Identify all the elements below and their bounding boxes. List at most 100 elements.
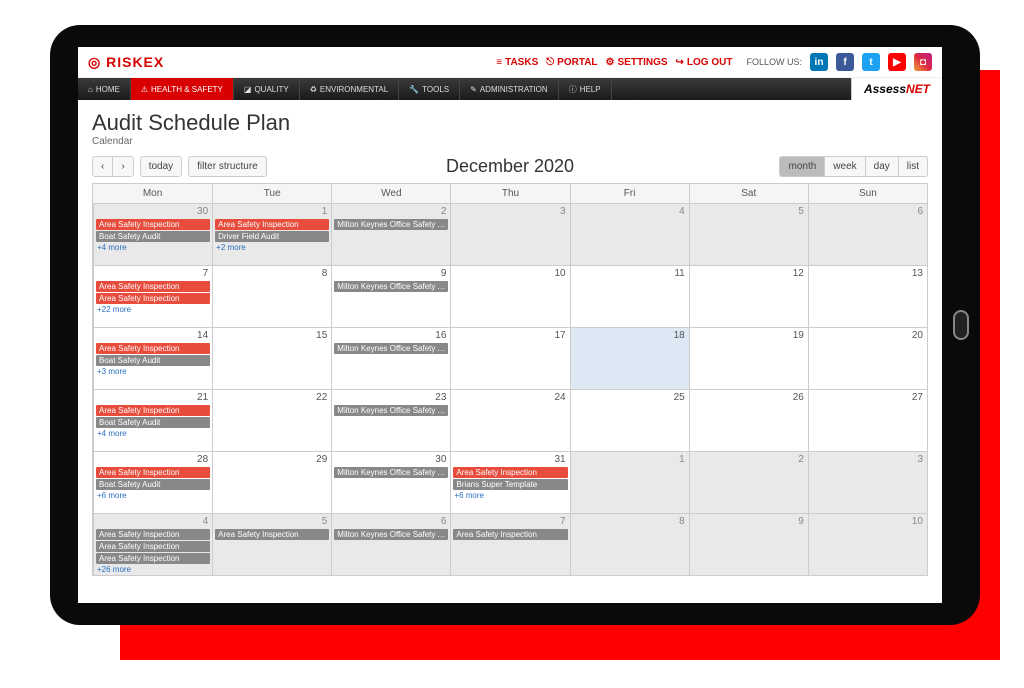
calendar-event[interactable]: Milton Keynes Office Safety Au	[334, 343, 448, 354]
calendar-cell[interactable]: 5	[689, 203, 808, 265]
calendar-event[interactable]: Area Safety Inspection	[453, 467, 567, 478]
nav-help[interactable]: ⓘHELP	[559, 78, 612, 100]
calendar-event[interactable]: Milton Keynes Office Safety Au	[334, 219, 448, 230]
calendar-cell[interactable]: 14 Area Safety InspectionBoat Safety Audi…	[93, 327, 212, 389]
calendar-cell[interactable]: 18	[570, 327, 689, 389]
calendar-event[interactable]: Area Safety Inspection	[96, 405, 210, 416]
calendar-cell[interactable]: 29	[212, 451, 331, 513]
calendar-cell[interactable]: 3	[450, 203, 569, 265]
twitter-icon[interactable]: t	[862, 53, 880, 71]
view-day-button[interactable]: day	[866, 156, 899, 177]
settings-link[interactable]: ⚙SETTINGS	[606, 57, 668, 68]
calendar-cell[interactable]: 30Milton Keynes Office Safety Au	[331, 451, 450, 513]
calendar-cell[interactable]: 6	[808, 203, 927, 265]
calendar-event[interactable]: Boat Safety Audit	[96, 417, 210, 428]
calendar-cell[interactable]: 19	[689, 327, 808, 389]
calendar-cell[interactable]: 30Area Safety InspectionBoat Safety Audi…	[93, 203, 212, 265]
view-month-button[interactable]: month	[779, 156, 825, 177]
facebook-icon[interactable]: f	[836, 53, 854, 71]
calendar-cell[interactable]: 26	[689, 389, 808, 451]
calendar-cell[interactable]: 2	[689, 451, 808, 513]
calendar-event[interactable]: Area Safety Inspection	[96, 343, 210, 354]
more-events-link[interactable]: +4 more	[94, 242, 212, 253]
nav-administration[interactable]: ✎ADMINISTRATION	[460, 78, 559, 100]
calendar-event[interactable]: Driver Field Audit	[215, 231, 329, 242]
nav-quality[interactable]: ◪QUALITY	[234, 78, 300, 100]
view-list-button[interactable]: list	[899, 156, 928, 177]
more-events-link[interactable]: +22 more	[94, 304, 212, 315]
prev-button[interactable]: ‹	[92, 156, 113, 177]
calendar-cell[interactable]: 25	[570, 389, 689, 451]
calendar-event[interactable]: Milton Keynes Office Safety Au	[334, 405, 448, 416]
nav-tools[interactable]: 🔧TOOLS	[399, 78, 460, 100]
nav-home[interactable]: ⌂HOME	[78, 78, 131, 100]
calendar-cell[interactable]: 5Area Safety Inspection	[212, 513, 331, 575]
calendar-cell[interactable]: 16Milton Keynes Office Safety Au	[331, 327, 450, 389]
calendar-cell[interactable]: 10	[450, 265, 569, 327]
calendar-cell[interactable]: 20	[808, 327, 927, 389]
more-events-link[interactable]: +6 more	[451, 490, 569, 501]
nav-environmental[interactable]: ♻ENVIRONMENTAL	[300, 78, 399, 100]
calendar-event[interactable]: Area Safety Inspection	[96, 529, 210, 540]
calendar-event[interactable]: Area Safety Inspection	[96, 219, 210, 230]
calendar-cell[interactable]: 27	[808, 389, 927, 451]
calendar-cell[interactable]: 11	[570, 265, 689, 327]
calendar-event[interactable]: Area Safety Inspection	[96, 467, 210, 478]
calendar-cell[interactable]: 4Area Safety InspectionArea Safety Inspe…	[93, 513, 212, 575]
calendar-cell[interactable]: 17	[450, 327, 569, 389]
view-week-button[interactable]: week	[825, 156, 865, 177]
calendar-event[interactable]: Milton Keynes Office Safety Au	[334, 467, 448, 478]
calendar-cell[interactable]: 9	[689, 513, 808, 575]
calendar-cell[interactable]: 13	[808, 265, 927, 327]
calendar-event[interactable]: Boat Safety Audit	[96, 355, 210, 366]
calendar-cell[interactable]: 3	[808, 451, 927, 513]
calendar-event[interactable]: Area Safety Inspection	[96, 541, 210, 552]
calendar-event[interactable]: Area Safety Inspection	[96, 553, 210, 564]
more-events-link[interactable]: +26 more	[94, 564, 212, 575]
calendar-cell[interactable]: 7Area Safety InspectionArea Safety Inspe…	[93, 265, 212, 327]
calendar-cell[interactable]: 22	[212, 389, 331, 451]
calendar-cell[interactable]: 8	[212, 265, 331, 327]
logout-link[interactable]: ↪LOG OUT	[676, 57, 733, 68]
calendar-cell[interactable]: 24	[450, 389, 569, 451]
calendar-cell[interactable]: 4	[570, 203, 689, 265]
more-events-link[interactable]: +2 more	[213, 242, 331, 253]
date-number: 14	[197, 330, 208, 341]
calendar-cell[interactable]: 31Area Safety InspectionBrians Super Tem…	[450, 451, 569, 513]
calendar-cell[interactable]: 7Area Safety Inspection	[450, 513, 569, 575]
next-button[interactable]: ›	[113, 156, 133, 177]
calendar-event[interactable]: Brians Super Template	[453, 479, 567, 490]
calendar-event[interactable]: Area Safety Inspection	[453, 529, 567, 540]
calendar-event[interactable]: Boat Safety Audit	[96, 479, 210, 490]
calendar-cell[interactable]: 10	[808, 513, 927, 575]
calendar-cell[interactable]: 9Milton Keynes Office Safety Au	[331, 265, 450, 327]
calendar-cell[interactable]: 12	[689, 265, 808, 327]
portal-link[interactable]: ⎋PORTAL	[546, 57, 597, 68]
youtube-icon[interactable]: ▶	[888, 53, 906, 71]
instagram-icon[interactable]: ◘	[914, 53, 932, 71]
calendar-cell[interactable]: 23Milton Keynes Office Safety Au	[331, 389, 450, 451]
calendar-cell[interactable]: 2Milton Keynes Office Safety Au	[331, 203, 450, 265]
calendar-cell[interactable]: 1Area Safety InspectionDriver Field Audi…	[212, 203, 331, 265]
calendar-event[interactable]: Milton Keynes Office Safety Au	[334, 529, 448, 540]
calendar-cell[interactable]: 1	[570, 451, 689, 513]
tasks-link[interactable]: ≡TASKS	[496, 57, 538, 68]
filter-structure-button[interactable]: filter structure	[188, 156, 267, 177]
today-button[interactable]: today	[140, 156, 182, 177]
nav-health-safety[interactable]: ⚠HEALTH & SAFETY	[131, 78, 234, 100]
calendar-event[interactable]: Area Safety Inspection	[215, 219, 329, 230]
more-events-link[interactable]: +4 more	[94, 428, 212, 439]
linkedin-icon[interactable]: in	[810, 53, 828, 71]
more-events-link[interactable]: +3 more	[94, 366, 212, 377]
calendar-event[interactable]: Boat Safety Audit	[96, 231, 210, 242]
calendar-event[interactable]: Area Safety Inspection	[96, 293, 210, 304]
calendar-cell[interactable]: 8	[570, 513, 689, 575]
calendar-event[interactable]: Area Safety Inspection	[96, 281, 210, 292]
calendar-cell[interactable]: 21Area Safety InspectionBoat Safety Audi…	[93, 389, 212, 451]
calendar-cell[interactable]: 28Area Safety InspectionBoat Safety Audi…	[93, 451, 212, 513]
calendar-event[interactable]: Area Safety Inspection	[215, 529, 329, 540]
calendar-cell[interactable]: 15	[212, 327, 331, 389]
calendar-cell[interactable]: 6Milton Keynes Office Safety Au	[331, 513, 450, 575]
more-events-link[interactable]: +6 more	[94, 490, 212, 501]
calendar-event[interactable]: Milton Keynes Office Safety Au	[334, 281, 448, 292]
